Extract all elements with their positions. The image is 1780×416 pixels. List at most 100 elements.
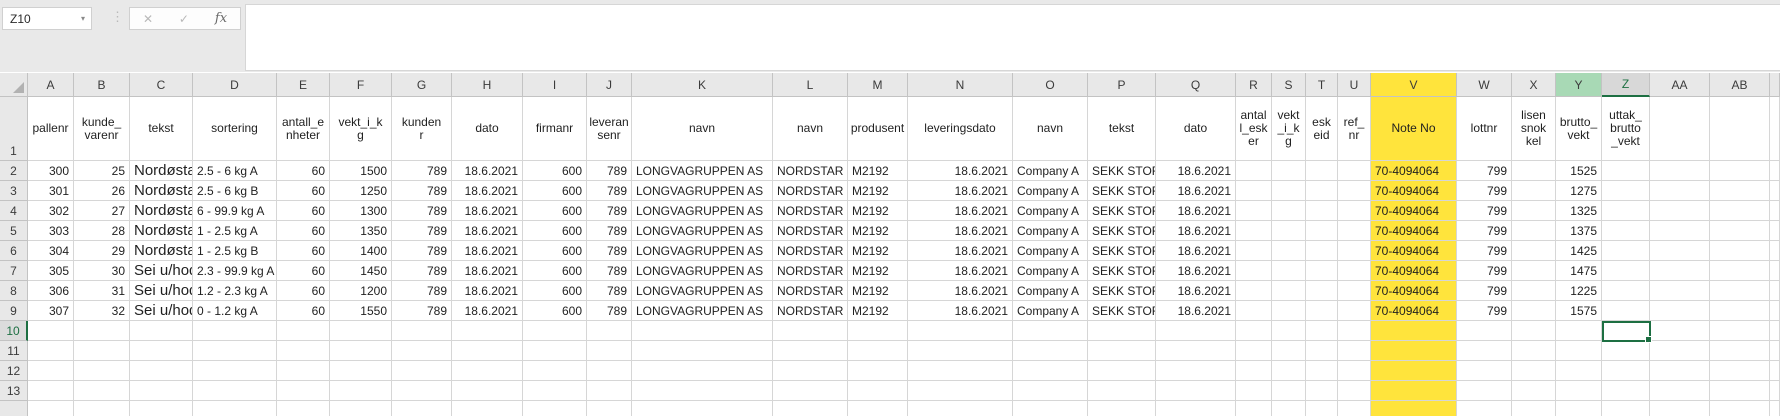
cell[interactable]: Company A xyxy=(1013,221,1088,241)
cell[interactable] xyxy=(848,321,908,341)
cell[interactable] xyxy=(1650,241,1710,261)
cell[interactable]: LONGVAGRUPPEN AS xyxy=(632,201,773,221)
cell[interactable] xyxy=(773,341,848,361)
cell[interactable]: 799 xyxy=(1457,281,1512,301)
column-header-Q[interactable]: Q xyxy=(1156,73,1236,97)
field-header-cell[interactable]: tekst xyxy=(1088,97,1156,161)
cell[interactable] xyxy=(1770,381,1780,401)
cell[interactable] xyxy=(1338,381,1371,401)
cell[interactable] xyxy=(1512,381,1556,401)
cell[interactable] xyxy=(1650,161,1710,181)
cell[interactable]: 600 xyxy=(523,281,587,301)
cell[interactable]: NORDSTAR xyxy=(773,261,848,281)
cell[interactable]: NORDSTAR xyxy=(773,281,848,301)
cell[interactable]: 789 xyxy=(392,261,452,281)
cell[interactable] xyxy=(277,401,330,416)
cell[interactable]: 789 xyxy=(392,241,452,261)
column-header-H[interactable]: H xyxy=(452,73,523,97)
cell[interactable] xyxy=(28,361,74,381)
cell[interactable] xyxy=(1710,201,1770,221)
name-box-dropdown-icon[interactable]: ▾ xyxy=(75,14,91,23)
cell[interactable] xyxy=(1338,281,1371,301)
cell[interactable] xyxy=(277,381,330,401)
cell[interactable] xyxy=(1306,361,1338,381)
row-header-1[interactable]: 1 xyxy=(0,97,28,161)
cell[interactable] xyxy=(1236,221,1272,241)
cell[interactable]: 600 xyxy=(523,241,587,261)
cell[interactable] xyxy=(1512,261,1556,281)
field-header-cell[interactable] xyxy=(1650,97,1710,161)
cell[interactable]: 1475 xyxy=(1556,261,1602,281)
name-box[interactable]: Z10 ▾ xyxy=(2,7,92,30)
cell[interactable] xyxy=(908,321,1013,341)
column-header-AB[interactable]: AB xyxy=(1710,73,1770,97)
cell[interactable] xyxy=(773,401,848,416)
row-header-10[interactable]: 10 xyxy=(0,321,28,341)
cell[interactable] xyxy=(1306,181,1338,201)
cell[interactable] xyxy=(1272,281,1306,301)
cell[interactable] xyxy=(773,321,848,341)
cell[interactable]: 1425 xyxy=(1556,241,1602,261)
cell[interactable] xyxy=(74,401,130,416)
cell[interactable] xyxy=(1371,341,1457,361)
cell[interactable] xyxy=(1272,261,1306,281)
cell[interactable] xyxy=(193,361,277,381)
cell[interactable]: NORDSTAR xyxy=(773,161,848,181)
cell[interactable]: 60 xyxy=(277,181,330,201)
cell[interactable]: 18.6.2021 xyxy=(1156,161,1236,181)
cell[interactable]: 1375 xyxy=(1556,221,1602,241)
cell[interactable]: 1250 xyxy=(330,181,392,201)
cell[interactable]: 18.6.2021 xyxy=(908,301,1013,321)
cell[interactable]: Nordøsta xyxy=(130,241,193,261)
cell[interactable] xyxy=(1013,361,1088,381)
cell[interactable] xyxy=(193,341,277,361)
cell[interactable] xyxy=(1338,321,1371,341)
row-header-7[interactable]: 7 xyxy=(0,261,28,281)
cell[interactable]: 1.2 - 2.3 kg A xyxy=(193,281,277,301)
cell[interactable] xyxy=(193,381,277,401)
cell[interactable] xyxy=(1272,241,1306,261)
cell[interactable] xyxy=(1371,321,1457,341)
cell[interactable] xyxy=(1306,221,1338,241)
cell[interactable] xyxy=(1236,361,1272,381)
cell[interactable] xyxy=(587,321,632,341)
cell[interactable]: 70-4094064 xyxy=(1371,181,1457,201)
cell[interactable]: 799 xyxy=(1457,181,1512,201)
cell[interactable] xyxy=(452,381,523,401)
column-header-D[interactable]: D xyxy=(193,73,277,97)
enter-icon[interactable]: ✓ xyxy=(179,13,189,25)
cell[interactable]: M2192 xyxy=(848,281,908,301)
cell[interactable] xyxy=(1236,381,1272,401)
field-header-cell[interactable]: brutto_ vekt xyxy=(1556,97,1602,161)
cell[interactable]: 18.6.2021 xyxy=(908,181,1013,201)
cell[interactable] xyxy=(632,381,773,401)
cell[interactable]: 1350 xyxy=(330,221,392,241)
column-header-Z[interactable]: Z xyxy=(1602,73,1650,97)
cell[interactable] xyxy=(1710,181,1770,201)
cell[interactable] xyxy=(1013,321,1088,341)
cell[interactable]: Company A xyxy=(1013,201,1088,221)
cell[interactable]: 600 xyxy=(523,261,587,281)
cell[interactable] xyxy=(1770,301,1780,321)
cell[interactable]: 300 xyxy=(28,161,74,181)
cell[interactable]: 1525 xyxy=(1556,161,1602,181)
cell[interactable]: 18.6.2021 xyxy=(908,201,1013,221)
cell[interactable] xyxy=(1710,381,1770,401)
cell[interactable] xyxy=(277,341,330,361)
cell[interactable] xyxy=(1512,181,1556,201)
cell[interactable] xyxy=(74,361,130,381)
cell[interactable] xyxy=(1088,321,1156,341)
cell[interactable]: SEKK STOR xyxy=(1088,181,1156,201)
cell[interactable]: 2.5 - 6 kg A xyxy=(193,161,277,181)
cell[interactable]: 18.6.2021 xyxy=(1156,221,1236,241)
cell[interactable] xyxy=(28,401,74,416)
cell[interactable]: 18.6.2021 xyxy=(1156,241,1236,261)
cell[interactable]: 29 xyxy=(74,241,130,261)
cell[interactable]: LONGVAGRUPPEN AS xyxy=(632,281,773,301)
cell[interactable] xyxy=(1602,261,1650,281)
cell[interactable] xyxy=(1710,321,1770,341)
field-header-cell[interactable]: dato xyxy=(1156,97,1236,161)
column-header-U[interactable]: U xyxy=(1338,73,1371,97)
cell[interactable] xyxy=(1556,341,1602,361)
cell[interactable] xyxy=(1272,401,1306,416)
